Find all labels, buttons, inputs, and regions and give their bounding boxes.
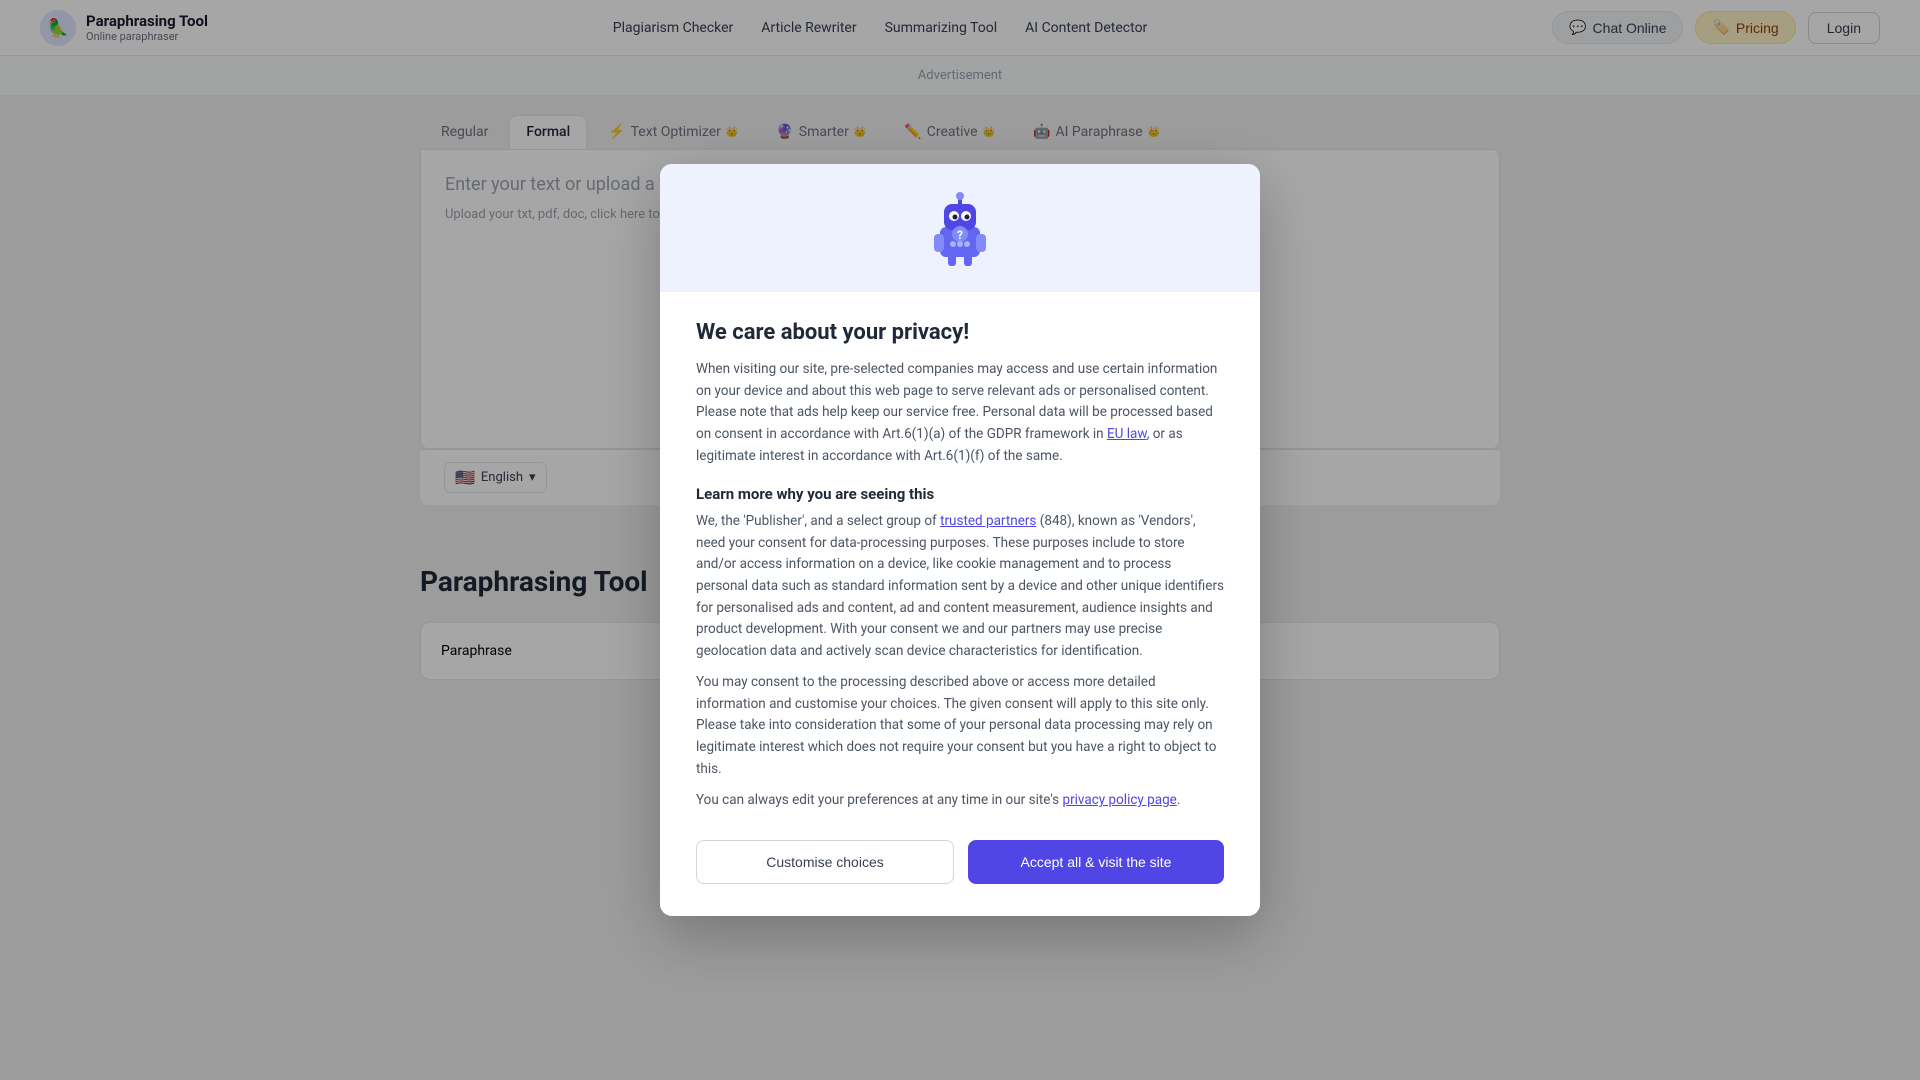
privacy-policy-link[interactable]: privacy policy page: [1062, 792, 1176, 808]
modal-section-title: Learn more why you are seeing this: [696, 485, 1224, 503]
modal-paragraph4: You can always edit your preferences at …: [696, 790, 1224, 812]
modal-body: We care about your privacy! When visitin…: [660, 292, 1260, 916]
modal-paragraph3: You may consent to the processing descri…: [696, 672, 1224, 780]
modal-actions: Customise choices Accept all & visit the…: [696, 840, 1224, 884]
accept-all-button[interactable]: Accept all & visit the site: [968, 840, 1224, 884]
modal-overlay: ? We care about your privacy! When visit…: [0, 0, 1920, 1080]
privacy-modal: ? We care about your privacy! When visit…: [660, 164, 1260, 916]
svg-text:?: ?: [957, 228, 963, 242]
modal-paragraph1: When visiting our site, pre-selected com…: [696, 359, 1224, 467]
modal-paragraph2: We, the 'Publisher', and a select group …: [696, 511, 1224, 662]
trusted-partners-link[interactable]: trusted partners: [940, 513, 1036, 529]
modal-robot-area: ?: [660, 164, 1260, 292]
eu-law-link[interactable]: EU law: [1107, 426, 1147, 442]
modal-title: We care about your privacy!: [696, 320, 1224, 345]
customise-choices-button[interactable]: Customise choices: [696, 840, 954, 884]
robot-icon: ?: [920, 192, 1000, 272]
